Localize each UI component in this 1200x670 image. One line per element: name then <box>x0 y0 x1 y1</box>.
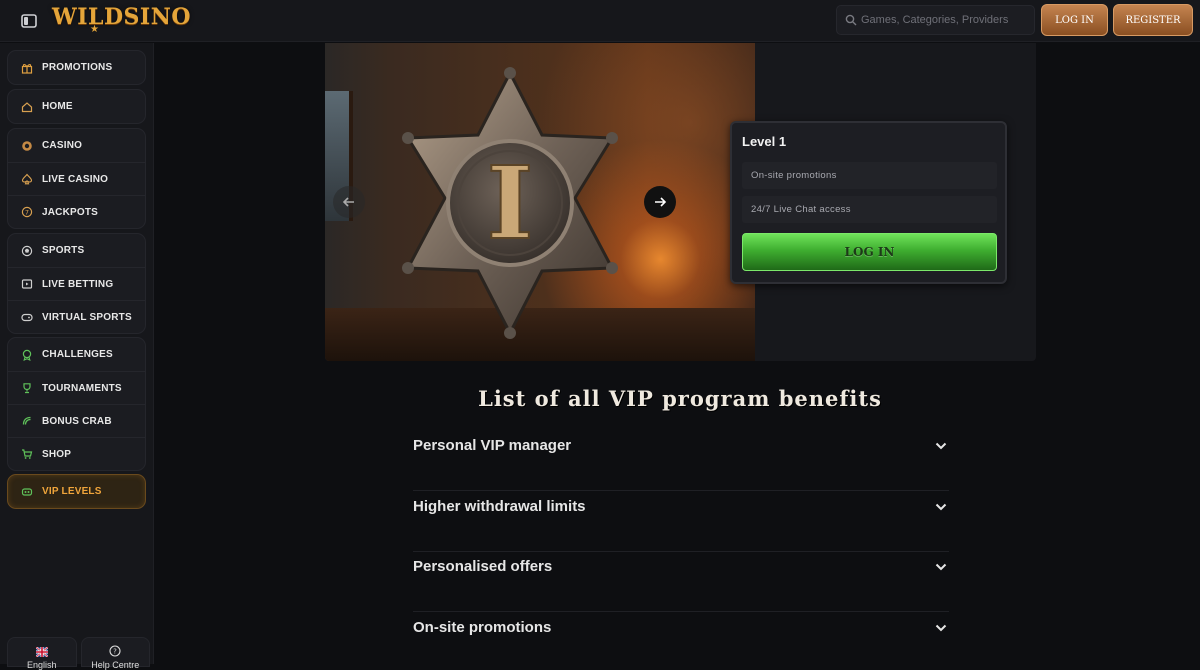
sidebar-group-sports: SPORTS LIVE BETTING VIRTUAL SPORTS <box>7 233 146 334</box>
gamepad-icon <box>20 310 34 324</box>
level-perk: 24/7 Live Chat access <box>742 196 997 223</box>
sidebar-item-label: BONUS CRAB <box>42 415 112 427</box>
level-title: Level 1 <box>742 134 787 149</box>
sidebar-item-live-casino[interactable]: LIVE CASINO <box>8 162 145 195</box>
sidebar-item-label: VIP LEVELS <box>42 486 102 497</box>
sidebar-item-home[interactable]: HOME <box>8 90 145 123</box>
sidebar-item-live-betting[interactable]: LIVE BETTING <box>8 267 145 300</box>
top-bar: WILDSINO ★ LOG IN REGISTER <box>0 0 1200 42</box>
sidebar-item-promotions[interactable]: PROMOTIONS <box>8 51 145 84</box>
home-icon <box>20 100 34 114</box>
search-input[interactable] <box>861 6 1031 34</box>
level-badge-image: I <box>325 43 755 361</box>
gift-icon <box>20 61 34 75</box>
sidebar-item-label: PROMOTIONS <box>42 62 113 73</box>
challenge-icon <box>20 348 34 362</box>
benefit-accordion-item[interactable]: Personalised offers <box>413 552 949 612</box>
arrow-left-icon <box>342 197 354 207</box>
svg-text:?: ? <box>113 648 117 656</box>
benefit-label: Higher withdrawal limits <box>413 498 586 515</box>
chevron-down-icon <box>935 558 947 576</box>
sidebar-item-label: HOME <box>42 101 73 112</box>
sidebar-item-label: CHALLENGES <box>42 349 113 360</box>
benefits-title: List of all VIP program benefits <box>478 386 882 411</box>
benefit-accordion-item[interactable]: Higher withdrawal limits <box>413 492 949 552</box>
sidebar-footer: English ? Help Centre <box>7 637 150 670</box>
help-centre-button[interactable]: ? Help Centre <box>80 637 150 670</box>
sidebar-item-label: JACKPOTS <box>42 206 99 218</box>
level-card: Level 1 On-site promotions 24/7 Live Cha… <box>730 121 1007 284</box>
logo-star-icon: ★ <box>90 24 99 35</box>
benefit-label: Personal VIP manager <box>413 437 572 454</box>
spade-icon <box>20 172 34 186</box>
search-box[interactable] <box>836 5 1035 35</box>
sidebar-item-label: VIRTUAL SPORTS <box>42 311 132 323</box>
help-label: Help Centre <box>91 660 140 670</box>
level-login-button[interactable]: LOG IN <box>742 233 997 271</box>
sidebar-group-promotions: PROMOTIONS <box>7 50 146 85</box>
sidebar-item-virtual-sports[interactable]: VIRTUAL SPORTS <box>8 300 145 333</box>
sidebar-item-vip-levels[interactable]: VIP LEVELS <box>8 475 145 508</box>
sidebar-group-home: HOME <box>7 89 146 124</box>
benefit-accordion-item[interactable]: Personal VIP manager <box>413 431 949 491</box>
vip-icon <box>20 485 34 499</box>
chevron-down-icon <box>935 437 947 455</box>
sidebar: PROMOTIONS HOME CASINO LIVE CASINO 7 JAC… <box>0 43 154 670</box>
login-button[interactable]: LOG IN <box>1041 4 1108 36</box>
casino-chip-icon <box>20 139 34 153</box>
badge-numeral: I <box>487 144 534 262</box>
sheriff-star-badge: I <box>380 63 640 358</box>
carousel-next-button[interactable] <box>644 186 676 218</box>
language-selector[interactable]: English <box>7 637 77 670</box>
sidebar-item-label: SPORTS <box>42 245 85 256</box>
ball-icon <box>20 244 34 258</box>
sidebar-toggle-icon[interactable] <box>20 12 38 30</box>
cart-icon <box>20 447 34 461</box>
logo[interactable]: WILDSINO <box>52 4 191 30</box>
arrow-right-icon <box>655 197 667 207</box>
benefit-label: Personalised offers <box>413 558 553 575</box>
sidebar-item-sports[interactable]: SPORTS <box>8 234 145 267</box>
register-button[interactable]: REGISTER <box>1113 4 1193 36</box>
sidebar-item-label: LIVE BETTING <box>42 278 114 290</box>
sidebar-group-casino: CASINO LIVE CASINO 7 JACKPOTS <box>7 128 146 229</box>
crab-icon <box>20 414 34 428</box>
benefit-accordion-item[interactable]: On-site promotions <box>413 613 949 664</box>
chevron-down-icon <box>935 498 947 516</box>
language-label: English <box>26 660 57 670</box>
sidebar-item-casino[interactable]: CASINO <box>8 129 145 162</box>
carousel-prev-button[interactable] <box>333 186 365 218</box>
svg-text:7: 7 <box>25 209 29 217</box>
search-icon <box>845 14 857 26</box>
sidebar-item-label: CASINO <box>42 140 83 151</box>
sidebar-item-jackpots[interactable]: 7 JACKPOTS <box>8 195 145 228</box>
sidebar-item-shop[interactable]: SHOP <box>8 437 145 470</box>
level-perk: On-site promotions <box>742 162 997 189</box>
sidebar-item-label: SHOP <box>42 448 72 460</box>
sidebar-group-vip: VIP LEVELS <box>7 474 146 509</box>
chevron-down-icon <box>935 619 947 637</box>
coin-icon: 7 <box>20 205 34 219</box>
live-icon <box>20 277 34 291</box>
benefit-label: On-site promotions <box>413 619 552 636</box>
sidebar-item-challenges[interactable]: CHALLENGES <box>8 338 145 371</box>
sidebar-item-label: LIVE CASINO <box>42 173 109 185</box>
